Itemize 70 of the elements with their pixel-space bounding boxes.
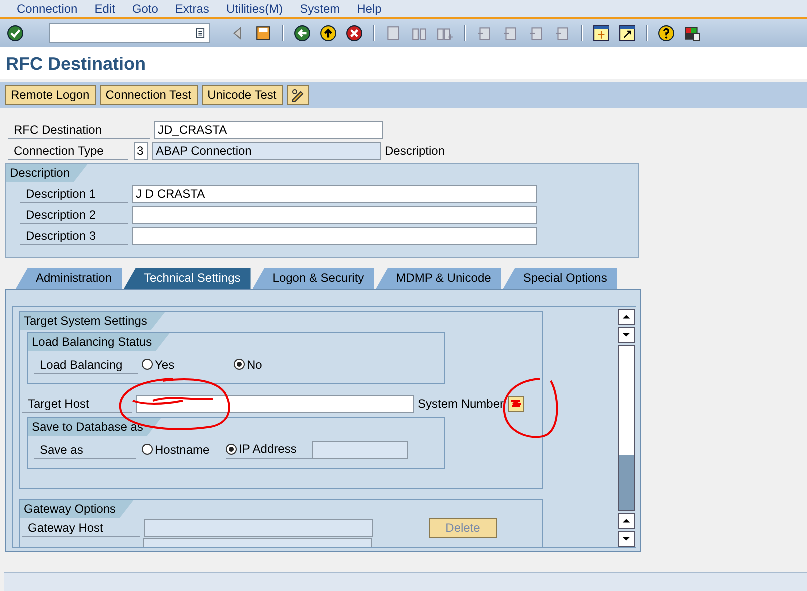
field-label: Load Balancing bbox=[34, 356, 138, 374]
menu-item[interactable]: System bbox=[300, 2, 340, 16]
scrollbar-thumb[interactable] bbox=[619, 455, 634, 510]
toolbar-button[interactable]: Connection Test bbox=[100, 85, 198, 105]
scrollbar-track[interactable] bbox=[618, 345, 635, 511]
toolbar-button[interactable]: Unicode Test bbox=[202, 85, 283, 105]
description-field[interactable] bbox=[132, 226, 537, 244]
shortcut-icon[interactable] bbox=[619, 24, 636, 42]
field-label: Gateway Host bbox=[22, 518, 140, 536]
window-icon[interactable] bbox=[593, 24, 610, 42]
toolbar-button[interactable]: Remote Logon bbox=[5, 85, 96, 105]
connection-type-text: ABAP Connection bbox=[152, 142, 381, 160]
field-label: System Number bbox=[418, 396, 504, 410]
group-title: Description bbox=[6, 164, 88, 182]
tab[interactable]: MDMP & Unicode bbox=[376, 268, 502, 289]
command-field[interactable] bbox=[49, 23, 210, 43]
gateway-host-field[interactable] bbox=[144, 518, 373, 536]
menu-item[interactable]: Extras bbox=[175, 2, 210, 16]
pencil-icon bbox=[290, 87, 306, 103]
field-label: Description 2 bbox=[20, 206, 128, 224]
field-label: Description bbox=[385, 144, 446, 158]
list-icon[interactable] bbox=[196, 28, 205, 38]
field-label: Save as bbox=[34, 440, 136, 458]
tab[interactable]: Special Options bbox=[503, 268, 618, 289]
ip-address-field[interactable] bbox=[312, 440, 408, 458]
system-number-field[interactable] bbox=[508, 396, 524, 412]
layout-icon[interactable] bbox=[684, 24, 701, 42]
field-label: RFC Destination bbox=[8, 120, 150, 138]
menu-item[interactable]: Goto bbox=[132, 2, 158, 16]
cancel-icon[interactable] bbox=[346, 24, 363, 42]
scroll-up-button[interactable] bbox=[618, 309, 635, 325]
tab[interactable]: Logon & Security bbox=[252, 268, 374, 289]
description-field[interactable] bbox=[132, 206, 537, 224]
target-host-field[interactable] bbox=[136, 394, 414, 412]
scroll-down-button[interactable] bbox=[618, 531, 635, 547]
field-label: Connection Type bbox=[8, 142, 128, 160]
page-icon[interactable] bbox=[528, 24, 545, 42]
group-title: Gateway Options bbox=[20, 500, 134, 518]
caret-up-icon bbox=[622, 314, 631, 320]
group-title: Target System Settings bbox=[20, 312, 166, 330]
caret-down-icon bbox=[622, 536, 631, 542]
group-title: Load Balancing Status bbox=[28, 333, 170, 351]
back-icon[interactable] bbox=[294, 24, 311, 42]
menu-item[interactable]: Edit bbox=[94, 2, 116, 16]
field-label: Description 1 bbox=[20, 184, 128, 202]
caret-up-icon bbox=[622, 518, 631, 524]
radio-option[interactable]: Hostname bbox=[142, 442, 226, 456]
save-icon[interactable] bbox=[255, 24, 272, 42]
rfc-destination-field[interactable]: JD_CRASTA bbox=[154, 120, 383, 138]
menu-item[interactable]: Connection bbox=[17, 2, 78, 16]
checkmark-icon[interactable] bbox=[7, 24, 24, 42]
scroll-up-button[interactable] bbox=[618, 513, 635, 529]
description-field[interactable]: J D CRASTA bbox=[132, 184, 537, 202]
menu-item[interactable]: Help bbox=[357, 2, 382, 16]
field-label: Target Host bbox=[22, 394, 132, 412]
connection-type-field[interactable]: 3 bbox=[134, 142, 148, 160]
scroll-down-button[interactable] bbox=[618, 327, 635, 343]
field-label: Description 3 bbox=[20, 226, 128, 244]
help-icon[interactable] bbox=[658, 24, 675, 42]
page-icon[interactable] bbox=[554, 24, 571, 42]
page-icon[interactable] bbox=[476, 24, 493, 42]
tab[interactable]: Technical Settings bbox=[124, 268, 251, 289]
radio-option[interactable]: Yes bbox=[142, 358, 234, 372]
screen-title: RFC Destination bbox=[6, 54, 146, 74]
caret-down-icon bbox=[622, 332, 631, 338]
tab[interactable]: Administration bbox=[16, 268, 122, 289]
radio-option[interactable]: No bbox=[234, 358, 262, 372]
pencil-glasses-button[interactable] bbox=[286, 85, 309, 105]
page-icon[interactable] bbox=[502, 24, 519, 42]
menu-item[interactable]: Utilities(M) bbox=[226, 2, 284, 16]
